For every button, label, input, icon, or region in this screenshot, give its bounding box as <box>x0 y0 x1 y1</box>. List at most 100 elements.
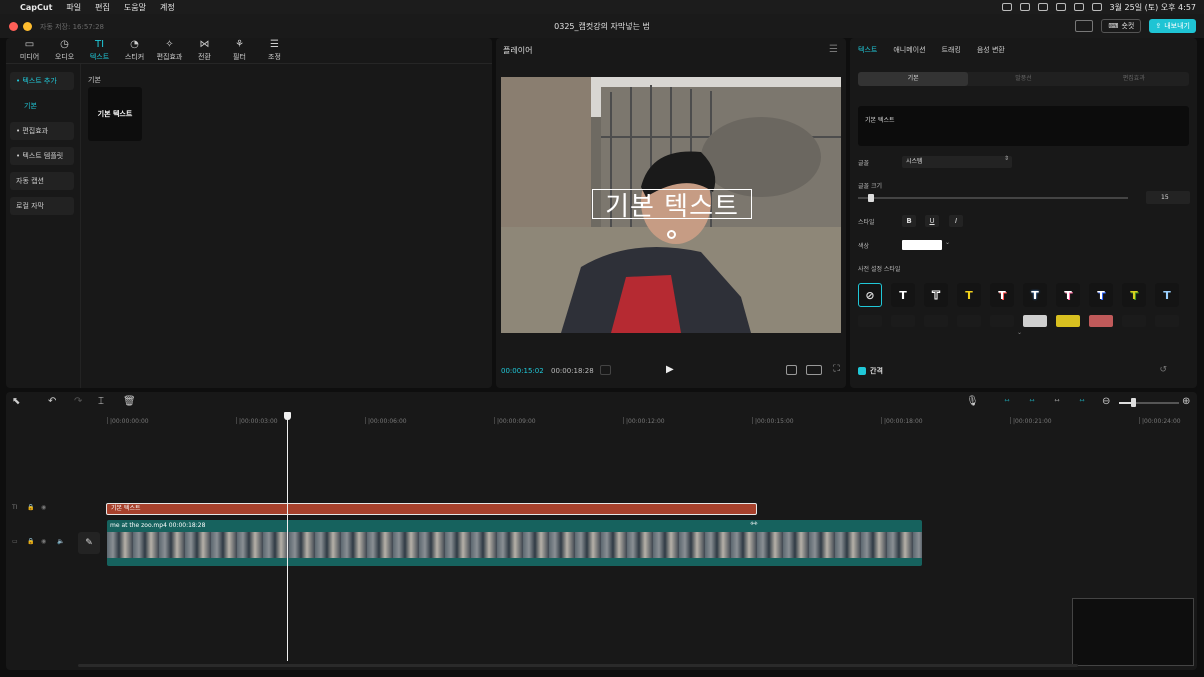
zoom-in-icon[interactable]: ⊕ <box>1182 396 1190 407</box>
bold-button[interactable]: B <box>902 215 916 227</box>
zoom-out-icon[interactable]: ⊖ <box>1102 396 1110 407</box>
default-text-card[interactable]: 기본 텍스트 <box>88 87 142 141</box>
preset-none[interactable]: ⊘ <box>858 283 882 307</box>
preset-style[interactable]: T <box>957 283 981 307</box>
audio-mute-icon[interactable]: 🔈 <box>57 538 64 545</box>
fullscreen-icon[interactable]: ⛶ <box>831 365 842 375</box>
trim-handle-icon[interactable]: ⇿ <box>750 519 758 529</box>
preset-style[interactable] <box>924 315 948 327</box>
tab-tracking[interactable]: 트래킹 <box>942 45 961 55</box>
preset-style[interactable]: T <box>1155 283 1179 307</box>
select-tool-icon[interactable]: ⬉ <box>12 396 20 407</box>
menu-file[interactable]: 파일 <box>66 2 81 13</box>
eye-icon[interactable]: ◉ <box>41 538 46 545</box>
horizontal-scrollbar[interactable] <box>78 664 1078 667</box>
link-off-icon[interactable]: ⇿ <box>1050 397 1064 406</box>
menubar-clock[interactable]: 3월 25일 (토) 오후 4:57 <box>1110 2 1196 13</box>
menu-icon[interactable]: ☰ <box>829 44 838 55</box>
menu-account[interactable]: 계정 <box>160 2 175 13</box>
chevron-down-icon[interactable]: ⌄ <box>945 239 950 246</box>
text-content-input[interactable]: 기본 텍스트 <box>858 106 1189 146</box>
checkbox[interactable] <box>858 367 866 375</box>
time-ruler[interactable]: |00:00:00:00 |00:00:03:00 |00:00:06:00 |… <box>76 414 1197 425</box>
text-overlay-box[interactable]: 기본 텍스트 <box>592 189 752 222</box>
rotate-handle-icon[interactable] <box>667 230 676 239</box>
preview-axis-icon[interactable]: ⇿ <box>1075 397 1089 406</box>
underline-button[interactable]: U <box>925 215 939 227</box>
menu-local-subtitles[interactable]: 로컬 자막 <box>10 197 74 215</box>
menu-auto-captions[interactable]: 자동 캡션 <box>10 172 74 190</box>
preset-style[interactable] <box>1089 315 1113 327</box>
text-clip[interactable]: 기본 텍스트 <box>106 503 757 515</box>
tab-filters[interactable]: ⚘ 필터 <box>222 38 257 64</box>
preset-style[interactable]: T <box>1056 283 1080 307</box>
redo-icon[interactable]: ↷ <box>74 396 82 407</box>
battery-icon[interactable] <box>1055 3 1066 11</box>
layout-icon[interactable] <box>1075 20 1094 32</box>
crop-icon[interactable] <box>786 365 797 375</box>
subtab-effects[interactable]: 편집효과 <box>1079 72 1189 86</box>
menu-edit[interactable]: 편집 <box>95 2 110 13</box>
tab-animation[interactable]: 애니메이션 <box>893 45 925 55</box>
preset-style[interactable]: T <box>1122 283 1146 307</box>
video-preview[interactable]: 기본 텍스트 <box>501 77 841 333</box>
tab-text-props[interactable]: 텍스트 <box>858 45 877 55</box>
aspect-ratio-icon[interactable] <box>806 365 822 375</box>
preset-style[interactable]: T <box>1089 283 1113 307</box>
status-icon[interactable] <box>1037 3 1048 11</box>
stepper-icon[interactable]: ⇕ <box>1004 155 1009 162</box>
eye-icon[interactable]: ◉ <box>41 504 46 511</box>
preset-style[interactable] <box>957 315 981 327</box>
status-icon[interactable] <box>1019 3 1030 11</box>
edit-cover-button[interactable]: ✎ <box>78 532 100 554</box>
preset-style[interactable] <box>1122 315 1146 327</box>
chevron-down-icon[interactable]: ⌄ <box>1017 329 1022 336</box>
italic-button[interactable]: I <box>949 215 963 227</box>
export-button[interactable]: ⇪ 내보내기 <box>1149 19 1196 33</box>
subtab-bubble[interactable]: 말풍선 <box>968 72 1078 86</box>
search-icon[interactable] <box>1091 3 1102 11</box>
status-icon[interactable] <box>1001 3 1012 11</box>
color-picker[interactable] <box>902 240 942 250</box>
preset-style[interactable] <box>1023 315 1047 327</box>
tab-sticker[interactable]: ◔ 스티커 <box>117 38 152 64</box>
lock-icon[interactable]: 🔒 <box>27 538 34 545</box>
preset-style[interactable]: T <box>1023 283 1047 307</box>
play-button[interactable]: ▶ <box>666 364 674 375</box>
font-size-slider[interactable] <box>858 197 1128 199</box>
preset-style[interactable] <box>891 315 915 327</box>
video-clip[interactable]: me at the zoo.mp4 00:00:18:28 <box>107 520 922 566</box>
delete-icon[interactable]: 🗑 <box>123 396 136 407</box>
spacing-toggle[interactable]: 간격 <box>858 366 883 376</box>
font-select[interactable]: 시스템 <box>902 156 1012 168</box>
zoom-slider-handle[interactable] <box>1131 398 1136 407</box>
timeline-minimap[interactable] <box>1072 598 1194 666</box>
link-icon[interactable]: ⇿ <box>1000 397 1014 406</box>
preset-style[interactable] <box>1056 315 1080 327</box>
menu-help[interactable]: 도움말 <box>124 2 146 13</box>
preset-style[interactable] <box>1155 315 1179 327</box>
tab-adjust[interactable]: ☰ 조정 <box>257 38 292 64</box>
wifi-icon[interactable] <box>1073 3 1084 11</box>
preset-style[interactable]: T <box>891 283 915 307</box>
menu-add-text[interactable]: • 텍스트 추가 <box>10 72 74 90</box>
magnet-icon[interactable]: ⇿ <box>1025 397 1039 406</box>
preset-style[interactable]: T <box>924 283 948 307</box>
split-tool-icon[interactable]: ⌶ <box>98 396 104 407</box>
reset-icon[interactable]: ↺ <box>1159 365 1167 375</box>
shortcut-button[interactable]: ⌨ 숏컷 <box>1101 19 1142 33</box>
tab-audio[interactable]: ◷ 오디오 <box>47 38 82 64</box>
tab-voice-conversion[interactable]: 음성 변환 <box>977 45 1005 55</box>
preset-style[interactable]: T <box>990 283 1014 307</box>
slider-handle[interactable] <box>868 194 874 202</box>
tab-transitions[interactable]: ⋈ 전환 <box>187 38 222 64</box>
microphone-icon[interactable]: 🎙 <box>966 396 979 407</box>
lock-icon[interactable]: 🔒 <box>27 504 34 511</box>
playhead[interactable] <box>287 418 288 661</box>
menu-effects[interactable]: • 편집효과 <box>10 122 74 140</box>
undo-icon[interactable]: ↶ <box>48 396 56 407</box>
tab-text[interactable]: TI 텍스트 <box>82 38 117 64</box>
font-size-input[interactable]: 15 <box>1146 191 1190 204</box>
subtab-basic[interactable]: 기본 <box>858 72 969 86</box>
tab-effects[interactable]: ✧ 편집효과 <box>152 38 187 64</box>
